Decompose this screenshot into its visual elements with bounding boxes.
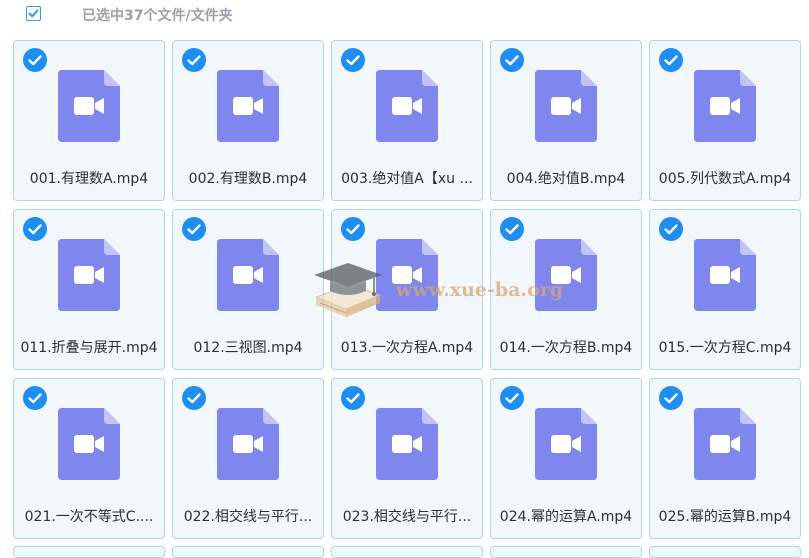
selected-check-icon[interactable]	[182, 217, 206, 241]
selection-toolbar: 已选中37个文件/文件夹	[0, 0, 809, 32]
video-file-icon	[58, 408, 120, 480]
file-name: 021.一次不等式C....	[24, 509, 154, 525]
file-grid: 001.有理数A.mp4 002.有理数B.mp4 003.绝对值A【xu ... 0…	[13, 40, 801, 539]
selected-check-icon[interactable]	[659, 386, 683, 410]
file-card[interactable]: 023.相交线与平行...	[331, 378, 483, 539]
selected-check-icon[interactable]	[659, 217, 683, 241]
file-name: 022.相交线与平行...	[183, 509, 313, 525]
video-file-icon	[58, 70, 120, 142]
video-file-icon	[217, 239, 279, 311]
video-file-icon	[535, 70, 597, 142]
video-file-icon	[376, 408, 438, 480]
selected-check-icon[interactable]	[23, 386, 47, 410]
file-name: 002.有理数B.mp4	[188, 171, 308, 187]
file-card[interactable]: 022.相交线与平行...	[172, 378, 324, 539]
video-file-icon	[217, 408, 279, 480]
next-row-cards	[13, 546, 801, 558]
file-card[interactable]: 014.一次方程B.mp4	[490, 209, 642, 370]
selected-check-icon[interactable]	[341, 48, 365, 72]
file-name: 015.一次方程C.mp4	[658, 340, 792, 356]
file-card[interactable]: 003.绝对值A【xu ...	[331, 40, 483, 201]
file-name: 011.折叠与展开.mp4	[20, 340, 158, 356]
file-card[interactable]: 004.绝对值B.mp4	[490, 40, 642, 201]
file-name: 025.幂的运算B.mp4	[658, 509, 792, 525]
file-card[interactable]: 005.列代数式A.mp4	[649, 40, 801, 201]
file-name: 005.列代数式A.mp4	[658, 171, 792, 187]
selected-check-icon[interactable]	[659, 48, 683, 72]
selected-check-icon[interactable]	[500, 217, 524, 241]
video-file-icon	[535, 239, 597, 311]
video-file-icon	[376, 70, 438, 142]
file-name: 012.三视图.mp4	[193, 340, 303, 356]
file-card[interactable]: 002.有理数B.mp4	[172, 40, 324, 201]
selected-check-icon[interactable]	[182, 48, 206, 72]
checkmark-icon	[28, 9, 39, 18]
file-card[interactable]	[13, 546, 165, 558]
video-file-icon	[376, 239, 438, 311]
file-card[interactable]: 013.一次方程A.mp4	[331, 209, 483, 370]
video-file-icon	[535, 408, 597, 480]
file-name: 014.一次方程B.mp4	[499, 340, 633, 356]
select-all-checkbox[interactable]	[26, 6, 41, 21]
video-file-icon	[694, 70, 756, 142]
selected-check-icon[interactable]	[341, 217, 365, 241]
file-card[interactable]	[649, 546, 801, 558]
video-file-icon	[58, 239, 120, 311]
file-card[interactable]: 012.三视图.mp4	[172, 209, 324, 370]
file-card[interactable]	[490, 546, 642, 558]
selected-check-icon[interactable]	[500, 48, 524, 72]
video-file-icon	[217, 70, 279, 142]
video-file-icon	[694, 239, 756, 311]
file-name: 004.绝对值B.mp4	[506, 171, 626, 187]
file-card[interactable]: 025.幂的运算B.mp4	[649, 378, 801, 539]
file-card[interactable]: 021.一次不等式C....	[13, 378, 165, 539]
selected-check-icon[interactable]	[500, 386, 524, 410]
file-card[interactable]: 011.折叠与展开.mp4	[13, 209, 165, 370]
file-name: 001.有理数A.mp4	[29, 171, 149, 187]
file-card[interactable]	[172, 546, 324, 558]
file-card[interactable]: 024.幂的运算A.mp4	[490, 378, 642, 539]
file-name: 013.一次方程A.mp4	[340, 340, 474, 356]
selected-check-icon[interactable]	[182, 386, 206, 410]
selected-check-icon[interactable]	[23, 48, 47, 72]
selected-count-label: 已选中37个文件/文件夹	[82, 8, 233, 24]
file-card[interactable]	[331, 546, 483, 558]
video-file-icon	[694, 408, 756, 480]
file-card[interactable]: 001.有理数A.mp4	[13, 40, 165, 201]
file-name: 003.绝对值A【xu ...	[341, 171, 473, 187]
file-name: 023.相交线与平行...	[342, 509, 472, 525]
file-card[interactable]: 015.一次方程C.mp4	[649, 209, 801, 370]
selected-check-icon[interactable]	[341, 386, 365, 410]
file-name: 024.幂的运算A.mp4	[499, 509, 633, 525]
selected-check-icon[interactable]	[23, 217, 47, 241]
